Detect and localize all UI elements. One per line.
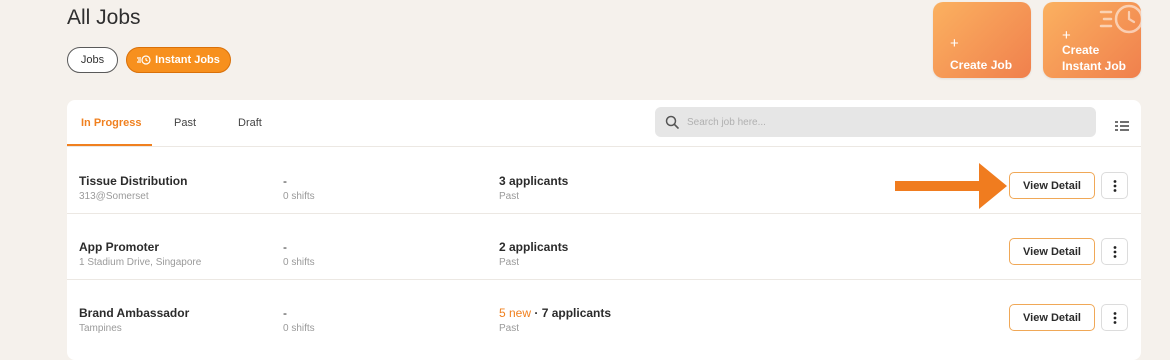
job-date: - [283,240,287,254]
filter-instant-jobs-button[interactable]: Instant Jobs [126,47,231,73]
more-vertical-icon [1113,311,1116,324]
more-options-button[interactable] [1101,304,1128,331]
create-instant-job-button[interactable]: + Create Instant Job [1043,2,1141,78]
job-shifts: 0 shifts [283,191,315,202]
pointer-arrow-icon [895,163,1007,209]
job-applicants-count: 2 applicants [499,240,569,254]
more-options-button[interactable] [1101,172,1128,199]
search-icon [665,115,679,129]
view-detail-button[interactable]: View Detail [1009,172,1095,199]
job-applicants: 2 applicants [499,240,568,254]
search-input[interactable] [685,115,1089,129]
tab-past[interactable]: Past [174,117,196,129]
job-title: App Promoter [79,240,160,254]
tab-in-progress[interactable]: In Progress [81,117,142,129]
job-shifts: 0 shifts [283,323,315,334]
view-detail-button[interactable]: View Detail [1009,238,1095,265]
plus-icon: + [950,35,959,52]
create-instant-job-line1: Create [1062,43,1100,57]
active-tab-indicator [67,144,152,146]
instant-clock-icon [1099,4,1141,34]
job-title: Tissue Distribution [79,174,188,188]
filter-jobs-button[interactable]: Jobs [67,47,118,73]
filter-list-icon[interactable] [1115,120,1129,132]
job-status: Past [499,191,520,202]
job-location: 1 Stadium Drive, Singapore [79,257,202,268]
job-applicants-count: 3 applicants [499,174,569,188]
create-job-button[interactable]: + Create Job [933,2,1031,78]
create-instant-job-line2: Instant Job [1062,59,1127,73]
job-date: - [283,174,287,188]
tab-draft[interactable]: Draft [238,117,262,129]
job-applicants: 3 applicants [499,174,568,188]
filter-jobs-label: Jobs [80,54,105,66]
job-location: Tampines [79,323,122,334]
more-vertical-icon [1113,179,1116,192]
view-detail-button[interactable]: View Detail [1009,304,1095,331]
instant-clock-icon [137,55,151,65]
jobs-card: In Progress Past Draft Tissue Distributi… [67,100,1141,360]
new-applicants-count: 5 new [499,306,532,320]
more-options-button[interactable] [1101,238,1128,265]
job-status: Past [499,323,520,334]
job-title: Brand Ambassador [79,306,190,320]
job-shifts: 0 shifts [283,257,315,268]
job-date: - [283,306,287,320]
create-instant-job-label: Create Instant Job [1062,42,1126,74]
search-box [655,107,1096,137]
table-row: App Promoter 1 Stadium Drive, Singapore … [67,213,1141,280]
job-applicants-count: 7 applicants [541,306,612,320]
plus-icon: + [1062,27,1071,44]
page-title: All Jobs [67,6,141,29]
job-tabs: In Progress Past Draft [67,100,1141,147]
more-vertical-icon [1113,245,1116,258]
filter-instant-jobs-label: Instant Jobs [155,54,220,66]
create-job-label: Create Job [950,58,1013,72]
job-status: Past [499,257,520,268]
job-applicants: 5 new · 7 applicants [499,306,612,320]
table-row: Brand Ambassador Tampines - 0 shifts 5 n… [67,279,1141,345]
job-location: 313@Somerset [79,191,149,202]
